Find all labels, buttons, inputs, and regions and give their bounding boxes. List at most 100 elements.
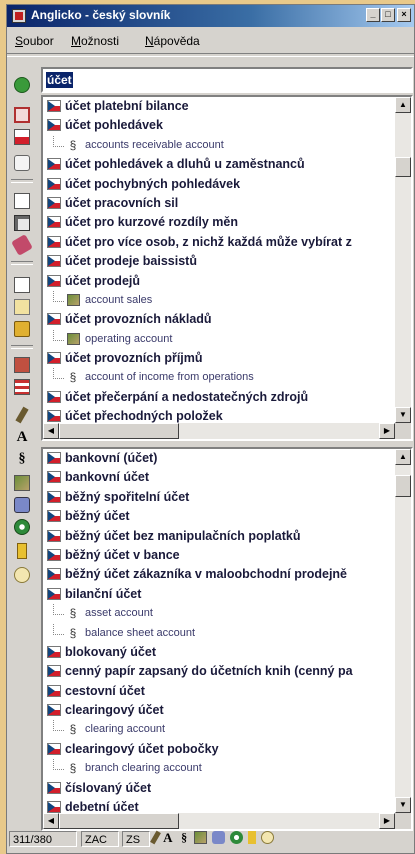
entry-item[interactable]: účet pro více osob, z nichž každá může v… xyxy=(43,233,395,252)
entry-item[interactable]: běžný účet v bance xyxy=(43,546,395,565)
book-icon[interactable] xyxy=(14,357,30,373)
entry-item[interactable]: běžný účet zákazníka v maloobchodní prod… xyxy=(43,565,395,584)
entry-item[interactable]: bankovní účet xyxy=(43,468,395,487)
entry-item[interactable]: běžný spořitelní účet xyxy=(43,488,395,507)
picture-icon xyxy=(67,293,80,306)
go-icon[interactable] xyxy=(14,77,30,93)
scroll-thumb[interactable] xyxy=(395,475,411,497)
translation-item[interactable]: § account of income from operations xyxy=(43,368,395,387)
czech-flag-icon xyxy=(47,568,61,581)
entry-label: účet pracovních sil xyxy=(65,195,179,210)
entry-item[interactable]: bilanční účet xyxy=(43,585,395,604)
entry-label: účet pochybných pohledávek xyxy=(65,176,241,191)
picture-icon[interactable] xyxy=(194,831,208,844)
settings-icon[interactable] xyxy=(230,831,244,844)
entry-item[interactable]: cenný papír zapsaný do účetních knih (ce… xyxy=(43,662,395,681)
help-icon[interactable] xyxy=(261,831,275,844)
maximize-button[interactable]: □ xyxy=(381,8,395,22)
edit-icon[interactable] xyxy=(212,831,226,844)
entry-item[interactable]: účet pro kurzové rozdíly měn xyxy=(43,213,395,232)
scroll-left-arrow-icon[interactable]: ◀ xyxy=(43,423,59,439)
menu-napoveda[interactable]: Nápověda xyxy=(145,34,200,48)
settings-icon[interactable] xyxy=(14,519,30,535)
window-icon[interactable] xyxy=(14,215,30,231)
entry-item[interactable]: běžný účet bez manipulačních poplatků xyxy=(43,527,395,546)
search-input[interactable]: účet xyxy=(41,67,413,93)
translation-item[interactable]: § asset account xyxy=(43,604,395,623)
entry-item[interactable]: účet pracovních sil xyxy=(43,194,395,213)
title-bar[interactable]: Anglicko - český slovník _ □ × xyxy=(7,5,414,27)
translation-item[interactable]: operating account xyxy=(43,329,395,349)
clipboard-icon[interactable] xyxy=(14,299,30,315)
scroll-thumb[interactable] xyxy=(395,157,411,177)
translation-item[interactable]: § clearing account xyxy=(43,720,395,739)
entry-item[interactable]: clearingový účet pobočky xyxy=(43,740,395,759)
czech-flag-icon xyxy=(47,704,61,717)
minimize-button[interactable]: _ xyxy=(366,8,380,22)
scroll-right-arrow-icon[interactable]: ▶ xyxy=(379,423,395,439)
entry-item[interactable]: účet pohledávek xyxy=(43,116,395,135)
entry-item[interactable]: účet pochybných pohledávek xyxy=(43,175,395,194)
entry-item[interactable]: účet platební bilance xyxy=(43,97,395,116)
entry-item[interactable]: účet přechodných položek xyxy=(43,407,395,423)
entry-label: účet přechodných položek xyxy=(65,409,223,423)
entry-label: účet pohledávek xyxy=(65,118,163,133)
entry-label: účet platební bilance xyxy=(65,99,189,113)
entry-item[interactable]: účet provozních příjmů xyxy=(43,349,395,368)
edit-icon[interactable] xyxy=(14,497,30,513)
font-icon[interactable]: A xyxy=(163,831,176,844)
pencil-icon[interactable] xyxy=(15,406,29,424)
copy-icon[interactable] xyxy=(14,193,30,209)
entry-item[interactable]: účet přečerpání a nedostatečných zdrojů xyxy=(43,388,395,407)
note-icon[interactable] xyxy=(248,831,257,844)
close-button[interactable]: × xyxy=(397,8,411,22)
entry-item[interactable]: účet prodejů xyxy=(43,272,395,291)
translation-item[interactable]: § branch clearing account xyxy=(43,759,395,778)
speaker-icon[interactable] xyxy=(14,155,30,171)
czech-flag-icon xyxy=(47,452,61,464)
list-icon[interactable] xyxy=(14,379,30,395)
eraser-icon[interactable] xyxy=(11,234,33,256)
entry-item[interactable]: běžný účet xyxy=(43,507,395,526)
app-icon[interactable] xyxy=(12,9,26,23)
scroll-down-arrow-icon[interactable]: ▼ xyxy=(395,407,411,423)
czech-english-icon[interactable] xyxy=(14,129,30,145)
entry-item[interactable]: účet provozních nákladů xyxy=(43,310,395,329)
scroll-up-arrow-icon[interactable]: ▲ xyxy=(395,449,411,465)
find-icon[interactable] xyxy=(14,321,30,337)
menu-soubor[interactable]: Soubor xyxy=(15,34,54,48)
help-icon[interactable] xyxy=(14,567,30,583)
menu-moznosti[interactable]: Možnosti xyxy=(71,34,119,48)
entry-item[interactable]: číslovaný účet xyxy=(43,779,395,798)
pencil-icon[interactable] xyxy=(150,830,161,845)
translation-item[interactable]: § accounts receivable account xyxy=(43,135,395,155)
scroll-thumb[interactable] xyxy=(59,423,179,439)
translation-item[interactable]: § balance sheet account xyxy=(43,623,395,643)
scroll-up-arrow-icon[interactable]: ▲ xyxy=(395,97,411,113)
font-icon[interactable]: A xyxy=(14,429,30,445)
index-list[interactable]: bankovní (účet) bankovní účet běžný spořit… xyxy=(41,447,413,831)
entry-item[interactable]: debetní účet xyxy=(43,798,395,813)
translation-label: clearing account xyxy=(85,723,166,736)
results-horizontal-scrollbar[interactable]: ◀ ▶ xyxy=(43,423,395,439)
index-vertical-scrollbar[interactable]: ▲ ▼ xyxy=(395,449,411,813)
entry-item[interactable]: cestovní účet xyxy=(43,682,395,701)
paragraph-icon[interactable]: § xyxy=(181,831,189,844)
translation-item[interactable]: account sales xyxy=(43,290,395,310)
new-page-icon[interactable] xyxy=(14,277,30,293)
picture-icon[interactable] xyxy=(14,475,30,491)
results-vertical-scrollbar[interactable]: ▲ ▼ xyxy=(395,97,411,423)
entry-item[interactable]: účet prodeje baissistů xyxy=(43,252,395,271)
toolbar-separator xyxy=(11,179,33,183)
paragraph-icon: § xyxy=(69,761,77,776)
tree-connector xyxy=(53,604,64,616)
entry-item[interactable]: clearingový účet xyxy=(43,701,395,720)
english-czech-icon[interactable] xyxy=(14,107,30,123)
scroll-down-arrow-icon[interactable]: ▼ xyxy=(395,797,411,813)
entry-item[interactable]: bankovní (účet) xyxy=(43,449,395,468)
paragraph-icon[interactable]: § xyxy=(14,451,30,467)
entry-item[interactable]: blokovaný účet xyxy=(43,643,395,662)
note-icon[interactable] xyxy=(17,543,27,559)
results-list[interactable]: účet platební bilance účet pohledávek § acc… xyxy=(41,95,413,441)
entry-item[interactable]: účet pohledávek a dluhů u zaměstnanců xyxy=(43,155,395,174)
